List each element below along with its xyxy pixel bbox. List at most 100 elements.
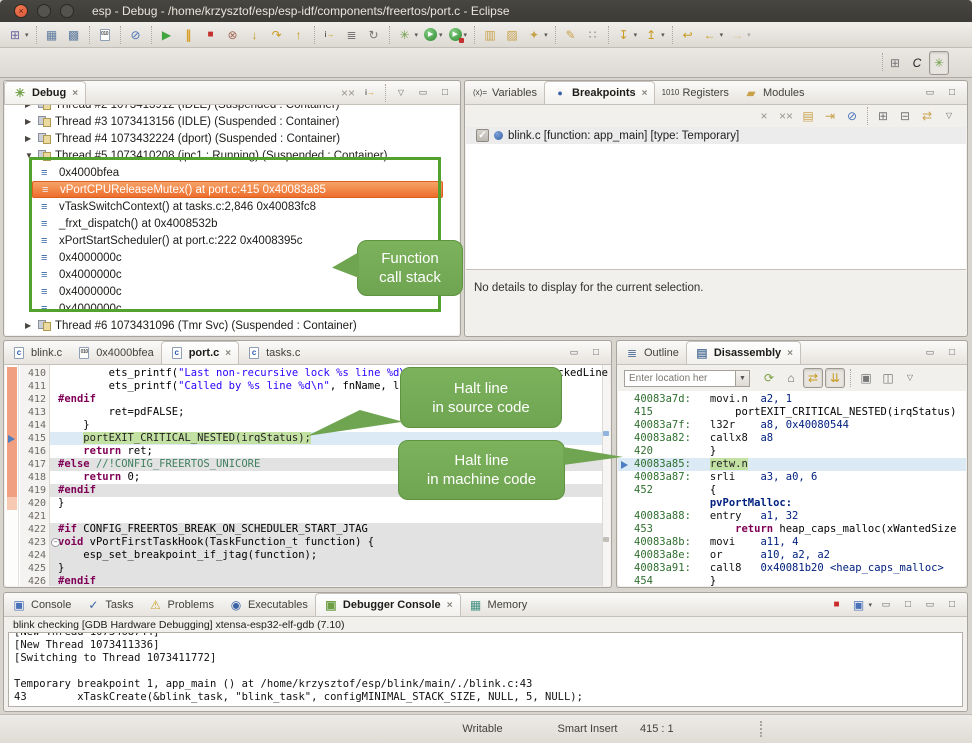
view-menu-button[interactable]: ▽ [900, 368, 920, 388]
disasm-line[interactable]: 40083a87: srli a3, a0, 6 [618, 471, 966, 484]
source-editor[interactable]: 410 ets_printf("Last non-recursive lock … [5, 365, 610, 586]
code-line[interactable]: 411 ets_printf("Called by %s line %d\n",… [5, 380, 602, 393]
tab-disassembly[interactable]: ▤Disassembly× [686, 341, 801, 364]
external-tools-dropdown-icon[interactable]: ▾ [464, 31, 468, 39]
refresh-button[interactable]: ⟳ [759, 368, 779, 388]
maximize-button[interactable]: □ [435, 83, 455, 103]
forward-dropdown-icon[interactable]: ▾ [747, 31, 751, 39]
terminate-red-button[interactable]: ■ [826, 595, 846, 615]
debug-perspective-button[interactable]: ✳ [929, 51, 949, 75]
use-step-filters-button[interactable]: ≣ [342, 24, 362, 46]
disasm-line[interactable]: 453 return heap_caps_malloc(xWantedSize [618, 523, 966, 536]
display-console-button[interactable]: ▣▾ [848, 595, 874, 615]
expand-arrow-icon[interactable]: ▶ [25, 134, 38, 143]
minimize-button[interactable]: ▭ [920, 343, 940, 363]
maximize-button[interactable]: □ [942, 343, 962, 363]
line-number[interactable]: 424 [20, 549, 50, 562]
tab-registers[interactable]: 1010Registers [655, 81, 735, 104]
disasm-line[interactable]: 40083a7f: l32r a8, 0x40080544 [618, 419, 966, 432]
last-edit-location-button[interactable]: ↩ [678, 24, 698, 46]
line-number[interactable]: 423 [20, 536, 50, 549]
stack-frame-row[interactable]: ≡0x4000000c [5, 300, 459, 317]
instruction-stepping-button[interactable]: i→ [360, 83, 380, 103]
line-number[interactable]: 422 [20, 523, 50, 536]
overview-ruler[interactable] [602, 365, 610, 586]
new-project-button[interactable]: ▥ [480, 24, 500, 46]
maximize-button[interactable]: □ [942, 83, 962, 103]
minimize-button[interactable]: ▭ [920, 83, 940, 103]
display-console-dropdown-icon[interactable]: ▾ [868, 601, 872, 609]
maximize-button[interactable]: □ [942, 595, 962, 615]
pin-button[interactable]: ◫ [878, 368, 898, 388]
mark-occurrences-button[interactable]: ✎ [561, 24, 581, 46]
disasm-line[interactable]: 415 portEXIT_CRITICAL_NESTED(irqStatus) [618, 406, 966, 419]
save-button[interactable]: ▦ [42, 24, 62, 46]
disasm-line[interactable]: 452 { [618, 484, 966, 497]
debug-thread-row[interactable]: ▶Thread #3 1073413156 (IDLE) (Suspended … [5, 113, 459, 130]
window-maximize-button[interactable] [60, 4, 74, 18]
close-tab-icon[interactable]: × [447, 600, 453, 611]
tab-0x4000bfea[interactable]: 0100x4000bfea [69, 341, 161, 364]
skip-all-breakpoints-button[interactable]: ⊘ [126, 24, 146, 46]
code-line[interactable]: 412#endif [5, 393, 602, 406]
stack-frame-row[interactable]: ≡0x4000bfea [5, 164, 459, 181]
view-menu-button[interactable]: ▽ [939, 105, 959, 127]
expand-arrow-icon[interactable]: ▶ [25, 117, 38, 126]
disasm-line[interactable]: 454 } [618, 575, 966, 586]
debug-thread-row[interactable]: ▼Thread #5 1073410208 (ipc1 : Running) (… [5, 147, 459, 164]
debug-as-dropdown-icon[interactable]: ▾ [415, 31, 419, 39]
open-perspective-button[interactable]: ⊞ [885, 51, 905, 75]
collapse-all-button[interactable]: ⊟ [895, 105, 915, 127]
code-line[interactable]: 410 ets_printf("Last non-recursive lock … [5, 367, 602, 380]
disasm-line[interactable]: pvPortMalloc: [618, 497, 966, 510]
tab-breakpoints[interactable]: ●Breakpoints× [544, 81, 655, 104]
binary-file-button[interactable]: 010 [95, 24, 115, 46]
previous-annotation-button[interactable]: ↥▾ [641, 24, 667, 46]
maximize-button[interactable]: □ [898, 595, 918, 615]
resume-button[interactable]: ▶ [157, 24, 177, 46]
breakpoint-row[interactable]: ✓ blink.c [function: app_main] [type: Te… [466, 127, 966, 144]
code-line[interactable]: 424 esp_set_breakpoint_if_jtag(function)… [5, 549, 602, 562]
back-dropdown-icon[interactable]: ▾ [720, 31, 724, 39]
disasm-line[interactable]: 40083a8b: movi a11, 4 [618, 536, 966, 549]
stack-frame-row[interactable]: ≡_frxt_dispatch() at 0x4008532b [5, 215, 459, 232]
remove-all-terminated-button[interactable]: ×× [338, 83, 358, 103]
code-line[interactable]: 417#else //!CONFIG_FREERTOS_UNICORE [5, 458, 602, 471]
forward-button[interactable]: →▾ [727, 24, 753, 46]
stack-frame-row[interactable]: ≡0x4000000c [5, 283, 459, 300]
line-number[interactable]: 426 [20, 575, 50, 586]
line-number[interactable]: 421 [20, 510, 50, 523]
code-line[interactable]: 414 } [5, 419, 602, 432]
tab-executables[interactable]: ◉Executables [221, 593, 315, 616]
code-line[interactable]: 425} [5, 562, 602, 575]
debug-thread-row[interactable]: ▶Thread #6 1073431096 (Tmr Svc) (Suspend… [5, 317, 459, 334]
next-annotation-button[interactable]: ↧▾ [614, 24, 640, 46]
open-task-button[interactable]: ▨ [502, 24, 522, 46]
minimize-button[interactable]: ▭ [413, 83, 433, 103]
code-line[interactable]: 415 portEXIT_CRITICAL_NESTED(irqStatus); [5, 432, 602, 445]
next-annotation-dropdown-icon[interactable]: ▾ [634, 31, 638, 39]
link-with-debug-button[interactable]: ⇄ [917, 105, 937, 127]
terminate-button[interactable]: ■ [201, 24, 221, 46]
save-all-button[interactable]: ▩ [64, 24, 84, 46]
debug-as-button[interactable]: ✳▾ [395, 24, 421, 46]
line-number[interactable]: 419 [20, 484, 50, 497]
disasm-line[interactable]: 40083a7d: movi.n a2, 1 [618, 393, 966, 406]
new-wizard-button[interactable]: ⊞▾ [5, 24, 31, 46]
back-button[interactable]: ←▾ [700, 24, 726, 46]
cpp-perspective-button[interactable]: C [907, 51, 927, 75]
step-over-button[interactable]: ↷ [267, 24, 287, 46]
expand-arrow-icon[interactable]: ▼ [25, 151, 38, 160]
search-dropdown-icon[interactable]: ▾ [544, 31, 548, 39]
home-button[interactable]: ⌂ [781, 368, 801, 388]
fold-marker-icon[interactable]: − [51, 538, 60, 547]
stack-frame-row[interactable]: ≡0x4000000c [5, 266, 459, 283]
tab-memory[interactable]: ▦Memory [461, 593, 535, 616]
goto-file-button[interactable]: ⇥ [820, 105, 840, 127]
tab-debug[interactable]: ✳ Debug × [4, 81, 86, 104]
console-output[interactable]: [New Thread 1073468744][New Thread 10734… [8, 632, 963, 707]
stack-frame-row[interactable]: ≡0x4000000c [5, 249, 459, 266]
disasm-line[interactable]: 40083a88: entry a1, 32 [618, 510, 966, 523]
stack-frame-row[interactable]: ≡vTaskSwitchContext() at tasks.c:2,846 0… [5, 198, 459, 215]
search-button[interactable]: ✦▾ [524, 24, 550, 46]
